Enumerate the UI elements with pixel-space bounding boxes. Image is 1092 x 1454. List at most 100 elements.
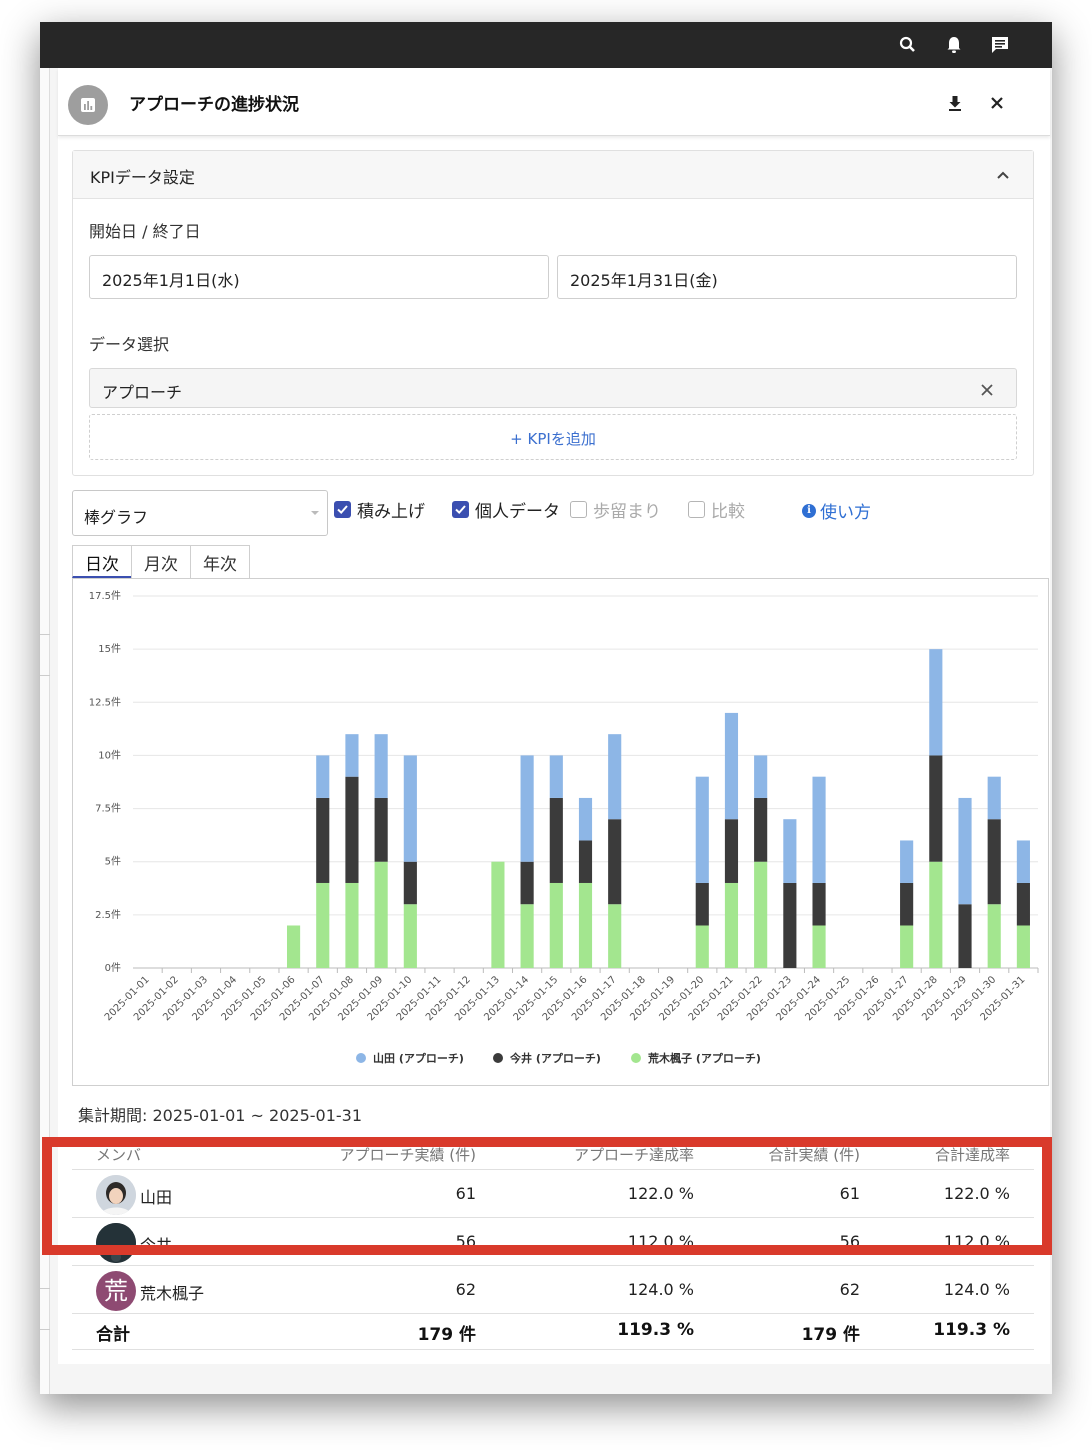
y-tick-label: 7.5件 (95, 803, 121, 815)
start-date-field[interactable]: 2025年1月1日(水) (89, 255, 549, 299)
legend-marker (493, 1053, 503, 1063)
kpi-settings-title: KPIデータ設定 (90, 168, 195, 187)
checkbox-checked-icon (334, 500, 351, 518)
clear-icon[interactable] (980, 382, 994, 396)
bar-segment (724, 819, 739, 883)
panel-header: アプローチの進捗状況 (58, 68, 1050, 136)
bar-segment (520, 861, 534, 905)
bar-segment (812, 776, 826, 883)
bar-segment (958, 904, 972, 968)
bar-segment (608, 904, 622, 968)
bar-segment (695, 776, 709, 883)
chart-container: 0件 2.5件 5件 7.5件 10件 12.5件 15件 17.5件 2025-01-01 20… (72, 578, 1049, 1086)
total-approach-rate: 119.3 % (617, 1320, 694, 1340)
bar-segment (403, 755, 417, 862)
bar-segment (958, 797, 972, 905)
bar-segment (345, 734, 359, 777)
y-tick-label: 2.5件 (95, 909, 121, 921)
total-label: 合計 (96, 1325, 130, 1345)
approach-value: 62 (455, 1280, 476, 1299)
bar-segment (374, 861, 388, 968)
compare-checkbox[interactable]: 比較 (688, 498, 745, 522)
help-link[interactable]: i 使い方 (802, 498, 871, 523)
bar-segment (345, 776, 359, 883)
selected-data-value: アプローチ (102, 383, 183, 402)
total-total-rate: 119.3 % (933, 1320, 1010, 1340)
bar-segment (345, 882, 359, 968)
kpi-settings-header[interactable]: KPIデータ設定 (73, 151, 1033, 199)
bar-segment (754, 755, 768, 798)
bar-segment (900, 840, 914, 883)
bar-segment (812, 882, 826, 926)
bar-segment (987, 904, 1001, 968)
tab-monthly[interactable]: 月次 (131, 545, 191, 578)
bar-segment (578, 840, 593, 883)
stacked-label: 積み上げ (357, 501, 425, 522)
member-name: 荒木楓子 (140, 1284, 205, 1303)
highlight-box (42, 1137, 1052, 1255)
end-date-field[interactable]: 2025年1月31日(金) (557, 255, 1017, 299)
chevron-up-icon[interactable] (995, 167, 1011, 183)
bar-segment (929, 755, 943, 862)
y-tick-label: 10件 (98, 749, 121, 761)
download-icon[interactable] (946, 94, 964, 112)
total-rate: 124.0 % (943, 1280, 1010, 1299)
table-row[interactable]: 荒 荒木楓子 62 124.0 % 62 124.0 % (72, 1266, 1034, 1314)
search-icon[interactable] (897, 34, 919, 56)
bar-segment (695, 882, 709, 926)
bar-segment (900, 882, 914, 926)
help-label: 使い方 (820, 503, 871, 523)
table-total-row: 合計 179 件 119.3 % 179 件 119.3 % (72, 1314, 1034, 1350)
yield-label: 歩留まり (593, 501, 661, 522)
period-tabs: 日次 月次 年次 (72, 545, 250, 579)
total-approach: 179 件 (417, 1325, 476, 1345)
dropdown-arrow-icon (311, 511, 319, 515)
bar-segment (1016, 925, 1030, 968)
individual-data-label: 個人データ (475, 501, 560, 522)
bar-segment (900, 925, 914, 968)
kpi-settings-section: KPIデータ設定 開始日 / 終了日 2025年1月1日(水) 2025年1月3… (72, 150, 1034, 476)
bar-segment (316, 797, 330, 883)
bar-segment (754, 797, 768, 862)
date-range-label: 開始日 / 終了日 (89, 222, 201, 241)
bar-segment (520, 904, 534, 968)
legend-marker (631, 1053, 641, 1063)
bar-segment (695, 925, 709, 968)
bar-segment (286, 925, 301, 968)
bar-segment (754, 861, 768, 968)
yield-checkbox[interactable]: 歩留まり (570, 498, 661, 522)
chart-icon (68, 85, 108, 125)
y-tick-label: 17.5件 (89, 590, 121, 602)
bar-segment (520, 755, 534, 862)
top-bar (40, 22, 1052, 68)
legend-marker (356, 1053, 366, 1063)
y-tick-label: 5件 (105, 856, 121, 868)
checkbox-checked-icon (452, 500, 469, 518)
bar-segment (608, 819, 622, 905)
bar-segment (783, 882, 797, 968)
aggregation-period: 集計期間: 2025-01-01 ~ 2025-01-31 (78, 1106, 363, 1125)
chart-type-select[interactable]: 棒グラフ (72, 490, 328, 536)
tab-yearly[interactable]: 年次 (190, 545, 250, 578)
bar-segment (578, 797, 593, 841)
info-icon: i (802, 503, 816, 518)
chat-icon[interactable] (989, 34, 1011, 56)
add-kpi-button[interactable]: + KPIを追加 (89, 414, 1017, 460)
bell-icon[interactable] (943, 34, 965, 56)
bar-segment (724, 882, 739, 968)
close-icon[interactable] (988, 94, 1006, 112)
bar-segment (316, 755, 330, 798)
stacked-checkbox[interactable]: 積み上げ (334, 498, 425, 522)
bar-segment (549, 882, 563, 968)
bar-segment (987, 819, 1001, 905)
bar-segment (578, 882, 593, 968)
data-select-label: データ選択 (89, 335, 170, 354)
tab-daily[interactable]: 日次 (72, 545, 132, 578)
individual-data-checkbox[interactable]: 個人データ (452, 498, 560, 522)
approach-rate: 124.0 % (627, 1280, 694, 1299)
data-select-field[interactable]: アプローチ (89, 368, 1017, 408)
bar-segment (549, 797, 563, 883)
bar-segment (987, 776, 1001, 820)
bar-segment (374, 734, 388, 798)
total-total: 179 件 (801, 1325, 860, 1345)
